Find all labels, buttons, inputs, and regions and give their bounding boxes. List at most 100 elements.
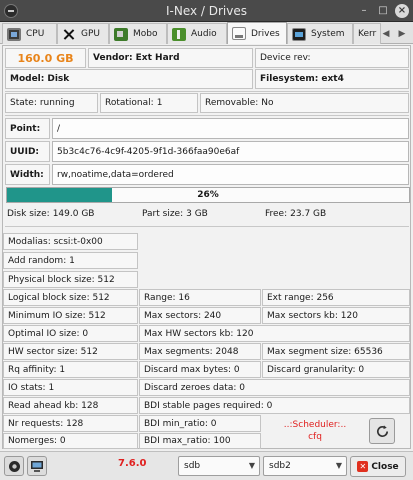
tab-label: System (311, 29, 345, 39)
uuid-label: UUID: (5, 141, 50, 162)
uuid-value[interactable]: 5b3c4c76-4c9f-4205-9f1d-366faa90e6af (52, 141, 409, 162)
width-value[interactable]: rw,noatime,data=ordered (52, 164, 409, 185)
tab-label: GPU (81, 29, 100, 39)
monitor-icon (31, 460, 43, 472)
disk-select[interactable]: sdb ▼ (178, 456, 260, 476)
mobo-icon (114, 27, 128, 41)
part-size-field: Part size: 3 GB (138, 205, 258, 222)
range: Range: 16 (139, 289, 261, 306)
max-sectors-kb: Max sectors kb: 120 (262, 307, 410, 324)
state-label: State: (10, 98, 37, 108)
nomerges: Nomerges: 0 (3, 433, 138, 449)
minimum-io-size: Minimum IO size: 512 (3, 307, 138, 324)
tab-label: Drives (251, 28, 280, 39)
free-value: 23.7 GB (290, 208, 327, 219)
refresh-button[interactable] (369, 418, 395, 444)
removable-value: No (261, 98, 274, 108)
maximize-button[interactable]: □ (376, 4, 390, 18)
divider (5, 226, 409, 227)
hw-sector-size: HW sector size: 512 (3, 343, 138, 360)
width-label: Width: (5, 164, 50, 185)
tab-audio[interactable]: Audio (167, 23, 227, 44)
removable-field: Removable: No (200, 93, 409, 113)
tab-drives[interactable]: Drives (227, 22, 287, 44)
refresh-icon (376, 424, 388, 437)
settings-button[interactable] (4, 456, 24, 476)
tab-label: Kerr (358, 29, 377, 39)
rotational-value: 1 (156, 98, 163, 108)
scheduler-display: ..:Scheduler:.. cfq (265, 419, 365, 443)
tab-label: Mobo (133, 29, 158, 39)
free-label: Free: (265, 208, 288, 219)
audio-icon (172, 27, 186, 41)
bdi-min-ratio: BDI min_ratio: 0 (139, 415, 261, 432)
part-size-label: Part size: (142, 208, 184, 219)
vendor-label: Vendor: (93, 53, 133, 63)
bdi-max-ratio: BDI max_ratio: 100 (139, 433, 261, 449)
discard-max-bytes: Discard max bytes: 0 (139, 361, 261, 378)
nr-requests: Nr requests: 128 (3, 415, 138, 432)
tab-mobo[interactable]: Mobo (109, 23, 167, 44)
rotational-label: Rotational: (105, 98, 154, 108)
logical-block-size: Logical block size: 512 (3, 289, 138, 306)
vendor-field: Vendor: Ext Hard (88, 48, 253, 68)
state-value: running (39, 98, 75, 108)
device-rev-field: Device rev: (255, 48, 409, 68)
filesystem-value: ext4 (321, 74, 344, 84)
ext-range: Ext range: 256 (262, 289, 410, 306)
max-sectors: Max sectors: 240 (139, 307, 261, 324)
tab-label: CPU (26, 29, 45, 39)
close-window-button[interactable]: × (395, 4, 409, 18)
minimize-button[interactable]: – (357, 4, 371, 18)
tab-gpu[interactable]: GPU (57, 23, 109, 44)
device-rev-label: Device rev: (260, 53, 311, 63)
tab-system[interactable]: System (287, 23, 353, 44)
close-icon: ✕ (357, 461, 369, 472)
discard-granularity: Discard granularity: 0 (262, 361, 410, 378)
chevron-down-icon: ▼ (248, 461, 255, 470)
settings-icon (8, 460, 20, 472)
chevron-down-icon: ▼ (335, 461, 342, 470)
max-segment-size: Max segment size: 65536 (262, 343, 410, 360)
removable-label: Removable: (205, 98, 259, 108)
divider (5, 91, 409, 92)
rotational-field: Rotational: 1 (100, 93, 198, 113)
model-value: Disk (47, 74, 70, 84)
modalias: Modalias: scsi:t-0x00 (3, 233, 138, 250)
disk-size-field: Disk size: 149.0 GB (3, 205, 136, 222)
tab-kernel[interactable]: Kerr (353, 23, 381, 44)
vendor-value: Ext Hard (135, 53, 180, 63)
gpu-icon (62, 27, 76, 41)
report-button[interactable] (27, 456, 47, 476)
add-random: Add random: 1 (3, 252, 138, 269)
rq-affinity: Rq affinity: 1 (3, 361, 138, 378)
drives-panel: 160.0 GB Vendor: Ext Hard Device rev: Mo… (2, 45, 411, 449)
system-icon (292, 27, 306, 41)
title-bar: I-Nex / Drives – □ × (0, 0, 413, 22)
window-title: I-Nex / Drives (165, 4, 248, 18)
usage-percent: 26% (197, 190, 219, 200)
max-hw-sectors-kb: Max HW sectors kb: 120 (139, 325, 410, 342)
close-button-label: Close (371, 461, 399, 472)
tab-scroll-left-icon[interactable]: ◀ (379, 27, 393, 41)
cpu-icon (7, 27, 21, 41)
divider (5, 115, 409, 116)
drive-size: 160.0 GB (5, 48, 86, 68)
app-window: I-Nex / Drives – □ × CPU GPU Mobo Audio … (0, 0, 413, 480)
bdi-stable-pages: BDI stable pages required: 0 (139, 397, 410, 414)
partition-select[interactable]: sdb2 ▼ (263, 456, 347, 476)
tab-bar: CPU GPU Mobo Audio Drives System Kerr ◀ … (0, 22, 413, 44)
filesystem-label: Filesystem: (260, 74, 319, 84)
optimal-io-size: Optimal IO size: 0 (3, 325, 138, 342)
tab-scroll-right-icon[interactable]: ▶ (395, 27, 409, 41)
tab-cpu[interactable]: CPU (2, 23, 57, 44)
point-value[interactable]: / (52, 118, 409, 139)
partition-select-value: sdb2 (269, 461, 291, 471)
tab-label: Audio (191, 29, 217, 39)
model-label: Model: (10, 74, 45, 84)
bottom-toolbar: 7.6.0 sdb ▼ sdb2 ▼ ✕ Close (0, 451, 413, 480)
disk-select-value: sdb (184, 461, 201, 471)
close-button[interactable]: ✕ Close (350, 456, 406, 477)
disk-size-value: 149.0 GB (52, 208, 95, 219)
disk-size-label: Disk size: (7, 208, 50, 219)
